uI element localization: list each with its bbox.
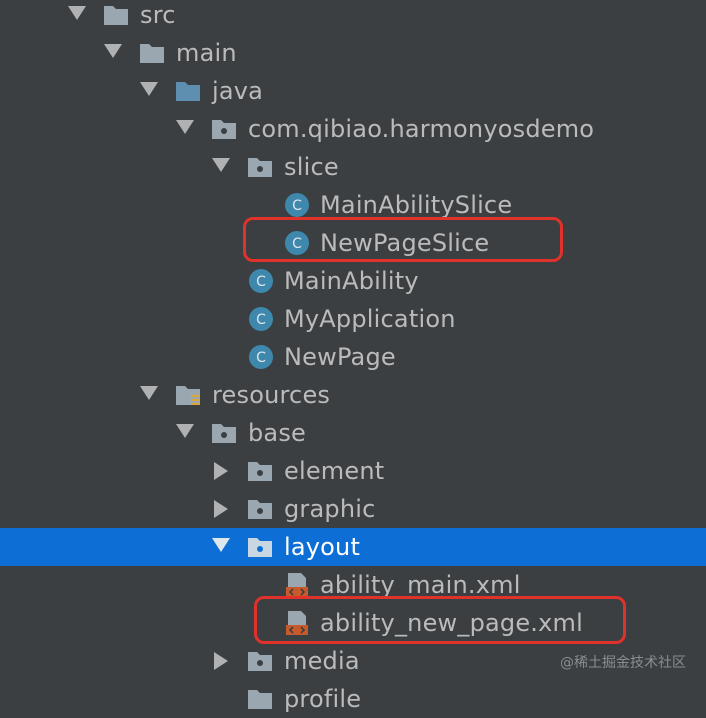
tree-item-graphic[interactable]: graphic	[0, 490, 706, 528]
collapse-arrow-icon[interactable]	[214, 500, 228, 518]
tree-item-label: resources	[212, 381, 331, 409]
package-icon	[248, 500, 272, 519]
tree-item-label: java	[212, 77, 264, 105]
expand-arrow-icon[interactable]	[104, 44, 122, 58]
expand-arrow-icon[interactable]	[140, 82, 158, 96]
expand-arrow-icon[interactable]	[212, 158, 230, 172]
tree-item-label: element	[284, 457, 385, 485]
package-icon	[248, 538, 272, 557]
svg-text:C: C	[256, 350, 266, 366]
tree-item-new-page[interactable]: C NewPage	[0, 338, 706, 376]
collapse-arrow-icon[interactable]	[214, 652, 228, 670]
package-icon	[248, 652, 272, 671]
tree-item-java[interactable]: java	[0, 72, 706, 110]
tree-item-label: media	[284, 647, 360, 675]
package-icon	[248, 158, 272, 177]
expand-arrow-icon[interactable]	[212, 538, 230, 552]
expand-arrow-icon[interactable]	[176, 120, 194, 134]
project-tree: src main java com.qibiao.harmonyosdemo s…	[0, 0, 706, 713]
folder-icon	[140, 44, 164, 63]
class-icon: C	[249, 269, 273, 293]
tree-item-label: layout	[284, 533, 361, 561]
tree-item-profile[interactable]: profile	[0, 680, 706, 718]
class-icon: C	[249, 345, 273, 369]
tree-item-label: NewPage	[284, 343, 396, 371]
expand-arrow-icon[interactable]	[68, 6, 86, 20]
expand-arrow-icon[interactable]	[140, 386, 158, 400]
tree-item-label: com.qibiao.harmonyosdemo	[248, 115, 595, 143]
svg-text:C: C	[292, 198, 302, 214]
resources-folder-icon	[176, 386, 200, 405]
tree-item-layout[interactable]: layout	[0, 528, 706, 566]
tree-item-label: base	[248, 419, 307, 447]
highlight-box-new-page-slice	[243, 217, 563, 262]
package-icon	[248, 462, 272, 481]
package-icon	[248, 690, 272, 709]
tree-item-src[interactable]: src	[0, 0, 706, 34]
watermark: @稀土掘金技术社区	[560, 655, 686, 671]
tree-item-package[interactable]: com.qibiao.harmonyosdemo	[0, 110, 706, 148]
folder-icon	[104, 6, 128, 25]
tree-item-element[interactable]: element	[0, 452, 706, 490]
svg-text:C: C	[256, 274, 266, 290]
tree-item-label: src	[140, 1, 176, 29]
package-icon	[212, 120, 236, 139]
class-icon: C	[285, 193, 309, 217]
tree-item-slice[interactable]: slice	[0, 148, 706, 186]
svg-text:C: C	[256, 312, 266, 328]
class-icon: C	[249, 307, 273, 331]
source-folder-icon	[176, 82, 200, 101]
tree-item-label: graphic	[284, 495, 376, 523]
tree-item-label: MainAbility	[284, 267, 419, 295]
expand-arrow-icon[interactable]	[176, 424, 194, 438]
tree-item-label: slice	[284, 153, 339, 181]
package-icon	[212, 424, 236, 443]
highlight-box-ability-new-page-xml	[254, 596, 626, 644]
xml-file-icon	[286, 573, 308, 597]
tree-item-base[interactable]: base	[0, 414, 706, 452]
tree-item-label: profile	[284, 685, 362, 713]
tree-item-main-ability[interactable]: C MainAbility	[0, 262, 706, 300]
tree-item-label: main	[176, 39, 237, 67]
tree-item-label: MyApplication	[284, 305, 456, 333]
tree-item-main[interactable]: main	[0, 34, 706, 72]
collapse-arrow-icon[interactable]	[214, 462, 228, 480]
tree-item-my-application[interactable]: C MyApplication	[0, 300, 706, 338]
tree-item-resources[interactable]: resources	[0, 376, 706, 414]
